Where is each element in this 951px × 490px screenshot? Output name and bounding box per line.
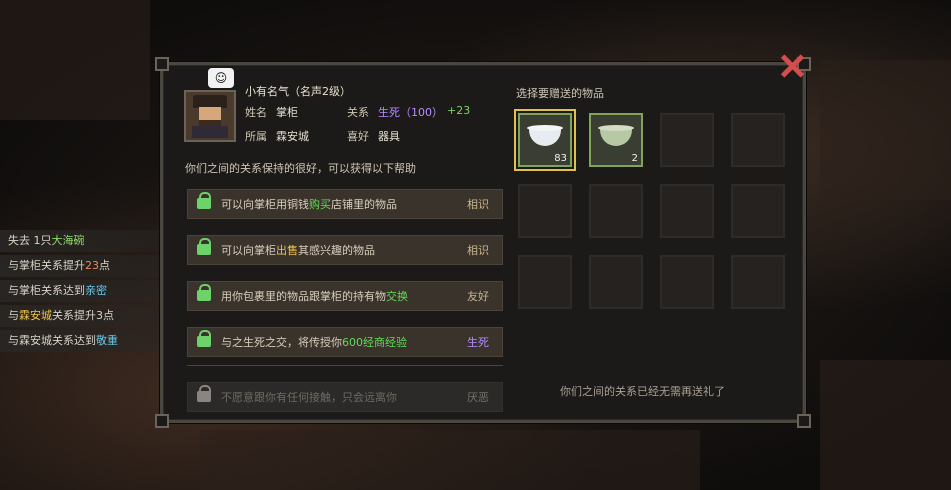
benefit-divider (187, 365, 503, 366)
npc-relationship-panel: ☺ 小有名气（名声2级） 姓名 掌柜 关系 生死（100） +23 所属 霖安城… (155, 57, 811, 428)
empty-item-slot[interactable] (518, 184, 572, 238)
item-slot[interactable]: 83 (514, 109, 576, 171)
empty-item-slot[interactable] (731, 255, 785, 309)
npc-faction: 霖安城 (276, 130, 309, 143)
item-count: 2 (631, 153, 638, 164)
locked-benefit-list: 不愿意跟你有任何接触，只会远离你 厌恶 (187, 382, 503, 428)
npc-hobby: 器具 (378, 130, 400, 143)
unlocked-icon (197, 284, 211, 302)
item-slot[interactable]: 2 (589, 113, 643, 167)
event-log: 失去 1只大海碗 与掌柜关系提升23点 与掌柜关系达到亲密 与霖安城关系提升3点… (0, 230, 175, 355)
lock-icon (197, 385, 211, 403)
empty-item-slot[interactable] (589, 255, 643, 309)
log-line: 与霖安城关系达到敬重 (0, 330, 175, 352)
empty-item-slot[interactable] (660, 184, 714, 238)
benefit-row[interactable]: 可以向掌柜用铜钱购买店铺里的物品 相识 (187, 189, 503, 219)
npc-name: 掌柜 (276, 106, 298, 119)
empty-item-slot[interactable] (660, 113, 714, 167)
relation-requirement: 相识 (467, 244, 489, 257)
log-line: 与霖安城关系提升3点 (0, 305, 175, 327)
speech-bubble-icon: ☺ (208, 68, 234, 88)
benefit-row[interactable]: 用你包裹里的物品跟掌柜的持有物交换 友好 (187, 281, 503, 311)
relation-value: 生死（100） (378, 106, 443, 119)
relation-requirement: 厌恶 (467, 391, 489, 404)
gift-title: 选择要赠送的物品 (516, 87, 604, 100)
gift-item-grid: 83 2 (514, 109, 785, 309)
gift-status-text: 你们之间的关系已经无需再送礼了 (560, 385, 725, 398)
unlocked-icon (197, 238, 211, 256)
empty-item-slot[interactable] (589, 184, 643, 238)
name-label: 姓名 (245, 106, 267, 119)
unlocked-icon (197, 330, 211, 348)
benefit-list: 可以向掌柜用铜钱购买店铺里的物品 相识 可以向掌柜出售其感兴趣的物品 相识 用你… (187, 189, 503, 373)
npc-fame-title: 小有名气（名声2级） (245, 85, 351, 98)
relation-label: 关系 (347, 106, 369, 119)
panel-corner (155, 57, 169, 71)
panel-corner (797, 414, 811, 428)
close-icon[interactable] (778, 52, 806, 80)
log-line: 与掌柜关系提升23点 (0, 255, 175, 277)
relation-requirement: 友好 (467, 290, 489, 303)
faction-label: 所属 (245, 130, 267, 143)
empty-item-slot[interactable] (731, 113, 785, 167)
benefit-row[interactable]: 可以向掌柜出售其感兴趣的物品 相识 (187, 235, 503, 265)
benefit-row[interactable]: 与之生死之交，将传授你600经商经验 生死 (187, 327, 503, 357)
relation-requirement: 相识 (467, 198, 489, 211)
item-count: 83 (554, 153, 567, 164)
benefit-row-locked[interactable]: 不愿意跟你有任何接触，只会远离你 厌恶 (187, 382, 503, 412)
hobby-label: 喜好 (347, 130, 369, 143)
log-line: 与掌柜关系达到亲密 (0, 280, 175, 302)
empty-item-slot[interactable] (731, 184, 785, 238)
unlocked-icon (197, 192, 211, 210)
npc-portrait (184, 90, 236, 142)
panel-corner (155, 414, 169, 428)
benefits-intro: 你们之间的关系保持的很好，可以获得以下帮助 (185, 162, 416, 175)
empty-item-slot[interactable] (518, 255, 572, 309)
relation-delta: +23 (447, 104, 471, 117)
relation-requirement: 生死 (467, 336, 489, 349)
log-line: 失去 1只大海碗 (0, 230, 175, 252)
empty-item-slot[interactable] (660, 255, 714, 309)
